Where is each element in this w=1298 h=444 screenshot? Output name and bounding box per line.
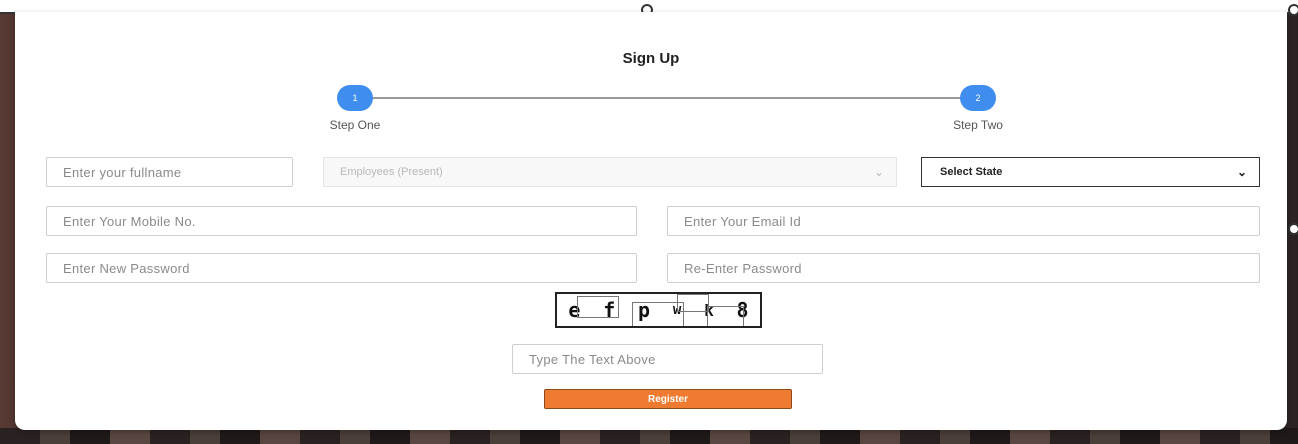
employee-type-select[interactable]: Employees (Present) ⌄ bbox=[323, 157, 897, 187]
step-two-label: Step Two bbox=[953, 118, 1003, 132]
resize-handle[interactable] bbox=[1288, 223, 1298, 235]
register-button[interactable]: Register bbox=[544, 389, 792, 409]
backdrop-strip bbox=[0, 428, 1298, 444]
captcha-image: e f p w k 8 bbox=[555, 292, 762, 328]
captcha-noise bbox=[677, 294, 709, 312]
step-two-indicator: 2 bbox=[960, 85, 996, 111]
reenter-password-input[interactable] bbox=[667, 253, 1260, 283]
mobile-number-input[interactable] bbox=[46, 206, 637, 236]
captcha-input[interactable] bbox=[512, 344, 823, 374]
captcha-noise bbox=[577, 296, 619, 318]
state-select-value: Select State bbox=[940, 166, 1003, 178]
fullname-input[interactable] bbox=[46, 157, 293, 187]
resize-handle[interactable] bbox=[1288, 4, 1298, 16]
captcha-noise bbox=[707, 306, 744, 326]
step-one-label: Step One bbox=[329, 118, 381, 132]
new-password-input[interactable] bbox=[46, 253, 637, 283]
email-input[interactable] bbox=[667, 206, 1260, 236]
page-title: Sign Up bbox=[622, 50, 680, 67]
step-one-indicator: 1 bbox=[337, 85, 373, 111]
chevron-down-icon: ⌄ bbox=[873, 165, 884, 179]
signup-modal: Sign Up 1 2 Step One Step Two Employees … bbox=[15, 12, 1287, 430]
state-select[interactable]: Select State ⌄ bbox=[921, 157, 1260, 187]
employee-type-value: Employees (Present) bbox=[340, 166, 443, 178]
step-progress-line bbox=[370, 97, 980, 99]
chevron-down-icon: ⌄ bbox=[1236, 165, 1247, 179]
